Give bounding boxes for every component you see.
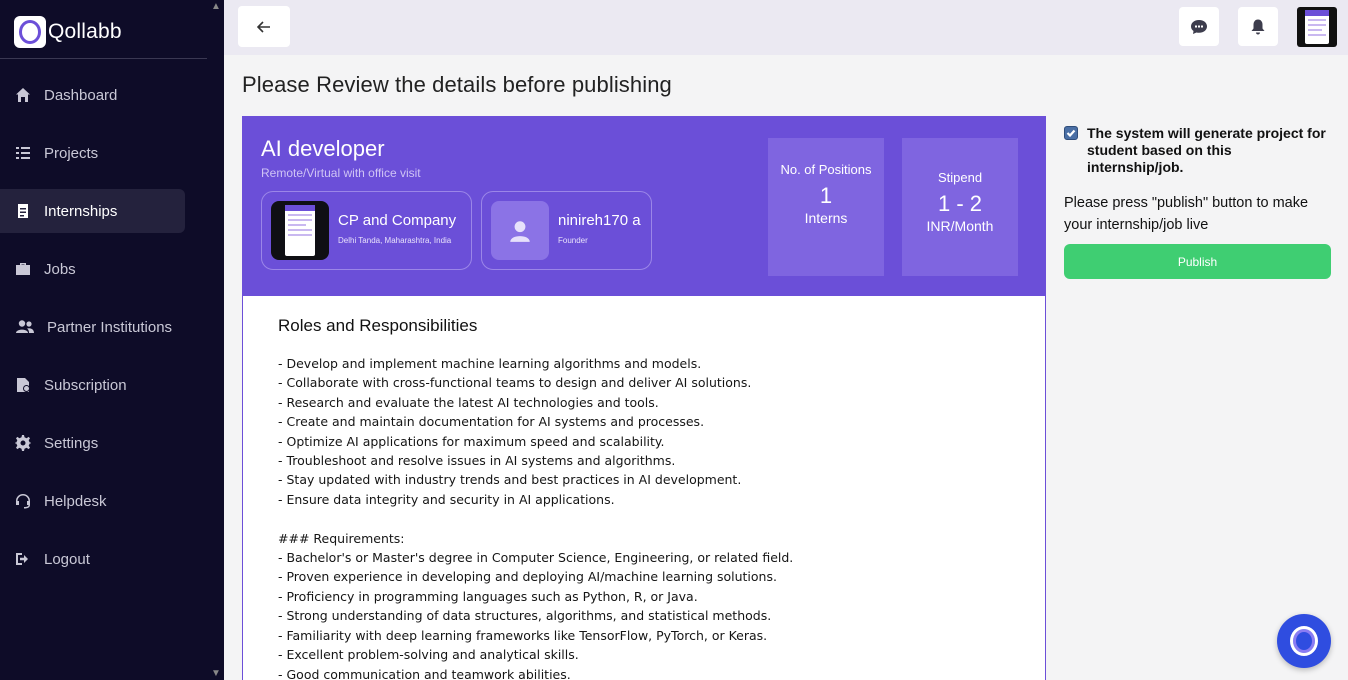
- company-name: CP and Company: [338, 212, 457, 229]
- positions-unit: Interns: [804, 210, 848, 226]
- positions-stat: No. of Positions 1 Interns: [768, 138, 884, 276]
- checkbox-label: The system will generate project for stu…: [1087, 125, 1326, 175]
- messages-button[interactable]: [1179, 7, 1219, 46]
- top-bar: [224, 0, 1348, 55]
- publish-button[interactable]: Publish: [1064, 244, 1331, 279]
- company-location: Delhi Tanda, Maharashtra, India: [338, 236, 452, 245]
- company-logo: [271, 201, 329, 260]
- bell-icon: [1251, 19, 1265, 34]
- user-icon: [491, 201, 549, 260]
- scroll-up-arrow-icon[interactable]: ▲: [211, 2, 221, 12]
- chat-widget-button[interactable]: [1277, 614, 1331, 668]
- sidebar-item-label: Projects: [44, 144, 99, 162]
- sidebar-item-dashboard[interactable]: Dashboard: [0, 73, 185, 117]
- sidebar-item-label: Settings: [44, 434, 99, 452]
- stipend-label: Stipend: [937, 170, 983, 185]
- publish-instruction: Please press "publish" button to make yo…: [1064, 195, 1309, 233]
- sidebar-item-label: Internships: [44, 202, 118, 220]
- job-description: - Develop and implement machine learning…: [278, 356, 794, 680]
- sidebar-item-logout[interactable]: Logout: [0, 537, 185, 581]
- job-preview-card: AI developer Remote/Virtual with office …: [242, 116, 1046, 680]
- sidebar: Qollabb Dashboard Projects Internships J…: [0, 0, 224, 680]
- stipend-unit: INR/Month: [926, 218, 994, 234]
- sidebar-item-helpdesk[interactable]: Helpdesk: [0, 479, 185, 523]
- sidebar-item-projects[interactable]: Projects: [0, 131, 185, 175]
- sidebar-item-label: Helpdesk: [44, 492, 107, 510]
- logo-icon: [14, 16, 46, 48]
- page-title: Please Review the details before publish…: [242, 72, 672, 97]
- job-title: AI developer: [261, 136, 385, 161]
- publish-panel: The system will generate project for stu…: [1064, 125, 1334, 279]
- home-icon: [14, 86, 32, 104]
- job-details: Roles and Responsibilities - Develop and…: [278, 316, 1018, 680]
- sidebar-item-jobs[interactable]: Jobs: [0, 247, 185, 291]
- sidebar-item-label: Dashboard: [44, 86, 118, 104]
- profile-image: [1305, 10, 1329, 44]
- chat-logo-icon: [1290, 626, 1318, 656]
- arrow-left-icon: [257, 20, 270, 33]
- clipboard-icon: [14, 202, 32, 220]
- sidebar-scrollbar[interactable]: ▲ ▼: [207, 0, 224, 680]
- notifications-button[interactable]: [1238, 7, 1278, 46]
- scroll-down-arrow-icon[interactable]: ▼: [211, 669, 221, 679]
- section-title: Roles and Responsibilities: [278, 316, 478, 335]
- sidebar-nav: Dashboard Projects Internships Jobs Part…: [0, 73, 207, 595]
- briefcase-icon: [14, 260, 32, 278]
- positions-value: 1: [819, 183, 833, 208]
- sidebar-item-label: Partner Institutions: [47, 318, 173, 336]
- headset-icon: [14, 492, 32, 510]
- chat-icon: [1191, 19, 1207, 34]
- generate-project-checkbox[interactable]: [1064, 126, 1078, 140]
- sidebar-item-settings[interactable]: Settings: [0, 421, 185, 465]
- founder-name: ninireh170 a: [558, 212, 641, 229]
- generate-project-option: The system will generate project for stu…: [1064, 125, 1334, 176]
- sidebar-divider: [0, 58, 207, 59]
- company-chip[interactable]: CP and Company Delhi Tanda, Maharashtra,…: [261, 191, 472, 270]
- back-button[interactable]: [238, 6, 290, 47]
- sidebar-item-partner-institutions[interactable]: Partner Institutions: [0, 305, 185, 349]
- list-icon: [14, 144, 32, 162]
- stipend-value: 1 - 2: [937, 191, 983, 216]
- stipend-stat: Stipend 1 - 2 INR/Month: [902, 138, 1018, 276]
- sidebar-item-internships[interactable]: Internships: [0, 189, 185, 233]
- job-header: AI developer Remote/Virtual with office …: [243, 117, 1045, 296]
- logout-icon: [14, 550, 32, 568]
- gear-icon: [14, 434, 32, 452]
- app-logo[interactable]: Qollabb: [14, 16, 122, 48]
- founder-chip[interactable]: ninireh170 a Founder: [481, 191, 652, 270]
- job-mode: Remote/Virtual with office visit: [261, 166, 421, 180]
- profile-avatar[interactable]: [1297, 7, 1337, 47]
- founder-role: Founder: [558, 236, 588, 245]
- checkmark-icon: [1066, 129, 1076, 138]
- sidebar-item-label: Subscription: [44, 376, 127, 394]
- sidebar-item-label: Logout: [44, 550, 90, 568]
- sidebar-item-subscription[interactable]: Subscription: [0, 363, 185, 407]
- sidebar-item-label: Jobs: [44, 260, 76, 278]
- app-name: Qollabb: [48, 20, 122, 43]
- file-dollar-icon: [14, 376, 32, 394]
- users-icon: [14, 318, 36, 336]
- positions-label: No. of Positions: [780, 162, 872, 177]
